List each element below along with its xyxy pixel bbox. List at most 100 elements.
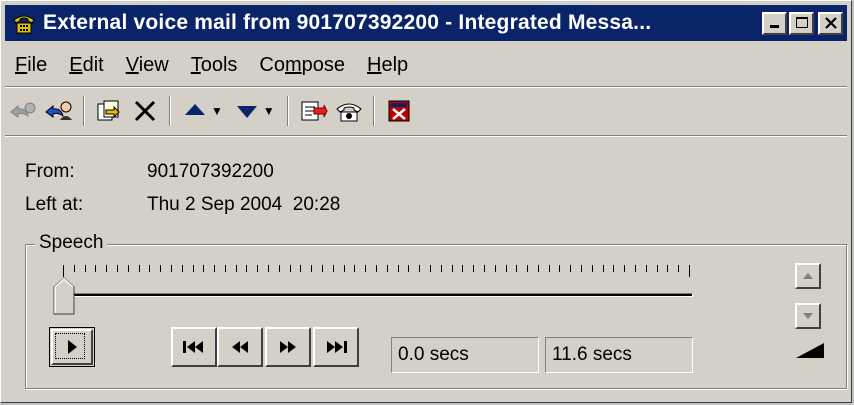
slider-tick	[570, 265, 572, 272]
play-focus-rect	[55, 333, 85, 359]
slider-tick	[462, 265, 464, 272]
slider-track[interactable]	[63, 293, 693, 297]
slider-tick	[483, 265, 485, 272]
slider-tick	[602, 265, 604, 272]
menu-tools[interactable]: Tools	[191, 54, 238, 77]
properties-button[interactable]	[296, 94, 330, 128]
minimize-button[interactable]	[762, 11, 787, 35]
position-display: 0.0 secs	[391, 337, 539, 373]
slider-tick	[613, 265, 615, 272]
menu-view[interactable]: View	[126, 54, 169, 77]
close-button[interactable]	[818, 11, 843, 35]
toolbar-separator	[83, 96, 85, 126]
maximize-button[interactable]	[789, 11, 814, 35]
left-at-label: Left at:	[25, 194, 84, 215]
slider-tick	[429, 265, 431, 272]
menu-help[interactable]: Help	[367, 54, 408, 77]
slider-tick	[667, 265, 669, 272]
slider-ticks	[63, 265, 690, 277]
slider-tick	[160, 265, 162, 272]
slider-tick	[63, 265, 64, 277]
slider-tick	[300, 265, 302, 272]
maximize-icon	[795, 17, 808, 28]
slider-tick	[635, 265, 637, 272]
slider-tick	[591, 265, 593, 272]
slider-tick	[246, 265, 248, 272]
slider-tick	[181, 265, 183, 272]
title-bar[interactable]: External voice mail from 901707392200 - …	[5, 5, 847, 41]
up-arrow-icon	[185, 104, 205, 115]
menu-bar: File Edit View Tools Compose Help	[5, 45, 847, 85]
slider-tick	[257, 265, 259, 272]
volume-down-arrow-icon	[803, 313, 813, 319]
slider-tick	[386, 265, 388, 272]
toolbar-separator	[286, 96, 289, 126]
slider-tick	[473, 265, 475, 272]
rewind-icon	[232, 341, 248, 353]
phone-app-icon	[12, 11, 36, 35]
speech-group-title: Speech	[35, 232, 108, 254]
slider-tick	[505, 265, 507, 272]
next-message-button[interactable]	[230, 94, 264, 128]
slider-tick	[322, 265, 324, 272]
slider-tick	[516, 265, 518, 272]
menu-file[interactable]: File	[15, 54, 47, 77]
from-label: From:	[25, 161, 75, 182]
slider-tick	[84, 265, 86, 272]
forward-button[interactable]	[92, 94, 126, 128]
reply-button[interactable]	[6, 94, 40, 128]
close-message-button[interactable]	[382, 94, 416, 128]
skip-to-start-button[interactable]	[171, 327, 217, 367]
delete-button[interactable]	[128, 94, 162, 128]
fast-forward-icon	[280, 341, 296, 353]
call-sender-button[interactable]	[332, 94, 366, 128]
minimize-icon	[769, 25, 779, 28]
duration-display: 11.6 secs	[545, 337, 693, 373]
slider-tick	[214, 265, 216, 272]
slider-tick	[149, 265, 151, 272]
previous-dropdown-icon[interactable]: ▼	[211, 104, 223, 118]
slider-tick	[624, 265, 626, 272]
slider-tick	[268, 265, 270, 272]
toolbar-separator	[169, 96, 171, 126]
slider-tick	[689, 265, 690, 277]
fast-forward-button[interactable]	[265, 327, 311, 367]
volume-up-arrow-icon	[803, 273, 813, 279]
reply-all-button[interactable]	[42, 94, 76, 128]
slider-tick	[494, 265, 496, 272]
slider-tick	[451, 265, 453, 272]
volume-up-button[interactable]	[795, 263, 821, 289]
slider-tick	[419, 265, 421, 272]
slider-tick	[527, 265, 529, 272]
slider-tick	[73, 265, 75, 272]
slider-tick	[581, 265, 583, 272]
menu-divider	[5, 86, 847, 88]
message-properties-icon	[301, 101, 328, 121]
slider-tick	[95, 265, 97, 272]
window-title: External voice mail from 901707392200 - …	[43, 11, 652, 34]
menu-edit[interactable]: Edit	[69, 54, 103, 77]
slider-tick	[656, 265, 658, 272]
slider-tick	[278, 265, 280, 272]
previous-message-button[interactable]	[178, 94, 212, 128]
slider-thumb[interactable]	[53, 277, 75, 315]
slider-tick	[537, 265, 539, 272]
skip-to-end-button[interactable]	[313, 327, 359, 367]
volume-down-button[interactable]	[795, 303, 821, 329]
rewind-button[interactable]	[217, 327, 263, 367]
next-dropdown-icon[interactable]: ▼	[263, 104, 275, 118]
slider-tick	[645, 265, 647, 272]
telephone-icon	[336, 103, 362, 122]
slider-tick	[311, 265, 313, 272]
menu-compose[interactable]: Compose	[259, 54, 345, 77]
left-at-value: Thu 2 Sep 2004 20:28	[147, 194, 341, 215]
slider-tick	[365, 265, 367, 272]
slider-tick	[376, 265, 377, 272]
delete-icon	[134, 100, 156, 122]
slider-tick	[170, 265, 172, 272]
slider-tick	[332, 265, 334, 272]
slider-tick	[678, 265, 680, 272]
skip-start-icon	[183, 341, 203, 353]
slider-tick	[116, 265, 118, 272]
message-window: External voice mail from 901707392200 - …	[0, 0, 852, 403]
